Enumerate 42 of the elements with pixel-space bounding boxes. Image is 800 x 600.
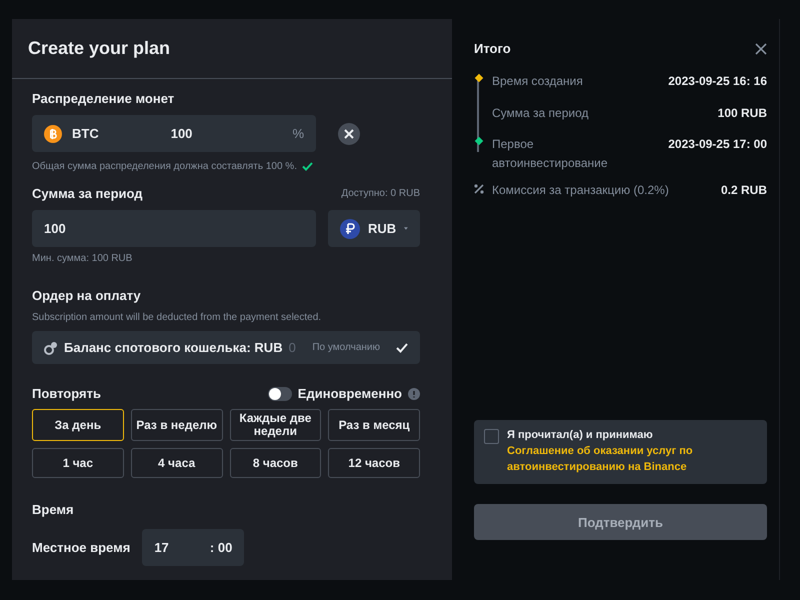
summary-value: 0.2 RUB — [720, 182, 767, 200]
frequency-option[interactable]: Раз в неделю — [130, 409, 222, 442]
frequency-option[interactable]: Раз в месяц — [328, 409, 420, 442]
payment-balance: 0 — [288, 340, 296, 355]
time-input[interactable]: 17 : 00 — [142, 529, 244, 566]
agreement-link[interactable]: Соглашение об оказании услуг по автоинвестированию на Binance — [507, 444, 757, 476]
section-label: Повторять — [32, 386, 101, 401]
one-time-label: Единовременно — [298, 386, 402, 401]
local-time-label: Местное время — [32, 540, 130, 556]
amount-input[interactable]: 100 — [32, 210, 316, 247]
payment-method-option[interactable]: Баланс спотового кошелька: RUB 0 По умолчанию — [32, 331, 420, 364]
default-label: По умолчанию — [312, 342, 380, 353]
summary-title: Итого — [474, 41, 511, 56]
currency-select[interactable]: RUB — [328, 210, 420, 247]
frequency-option[interactable]: За день — [32, 409, 124, 442]
coin-allocation-field[interactable]: BTC 100 % — [32, 115, 316, 152]
summary-value: 2023-09-25 16: 16 — [668, 73, 767, 90]
frequency-option[interactable]: 1 час — [32, 448, 124, 478]
payment-method: Баланс спотового кошелька: RUB — [64, 340, 283, 355]
frequency-option[interactable]: 12 часов — [328, 448, 420, 478]
min-amount-note: Мин. сумма: 100 RUB — [32, 253, 134, 264]
summary-label: Первое автоинвестирование — [492, 136, 609, 172]
summary-label: Время создания — [492, 73, 584, 90]
section-label: Время — [32, 502, 75, 518]
section-label: Сумма за период — [32, 186, 143, 201]
frequency-option[interactable]: 4 часа — [130, 448, 222, 478]
summary-label: Сумма за период — [492, 104, 590, 122]
summary-value: 2023-09-25 17: 00 — [668, 136, 767, 154]
agreement-text: Я прочитал(а) и принимаю Соглашение об оказании услуг по автоинвестированию на Binance — [507, 428, 757, 476]
coin-name: BTC — [72, 126, 99, 141]
summary-label: Комиссия за транзакцию (0.2%) — [492, 182, 669, 200]
frequency-option[interactable]: 8 часов — [230, 448, 322, 478]
panel-title: Create your plan — [28, 38, 170, 59]
percent-unit: % — [292, 126, 304, 141]
payment-description: Subscription amount will be deducted from the payment selected. — [32, 312, 322, 323]
section-label: Распределение монет — [32, 91, 176, 106]
section-label: Ордер на оплату — [32, 288, 142, 303]
available-balance: Доступно: 0 RUB — [341, 188, 420, 199]
frequency-option[interactable]: Каждые две недели — [230, 409, 322, 442]
allocation-note: Общая сумма распределения должна составлять 100 %. — [32, 161, 297, 172]
summary-value: 100 RUB — [718, 104, 767, 122]
percent-input[interactable]: 100 — [168, 125, 273, 142]
